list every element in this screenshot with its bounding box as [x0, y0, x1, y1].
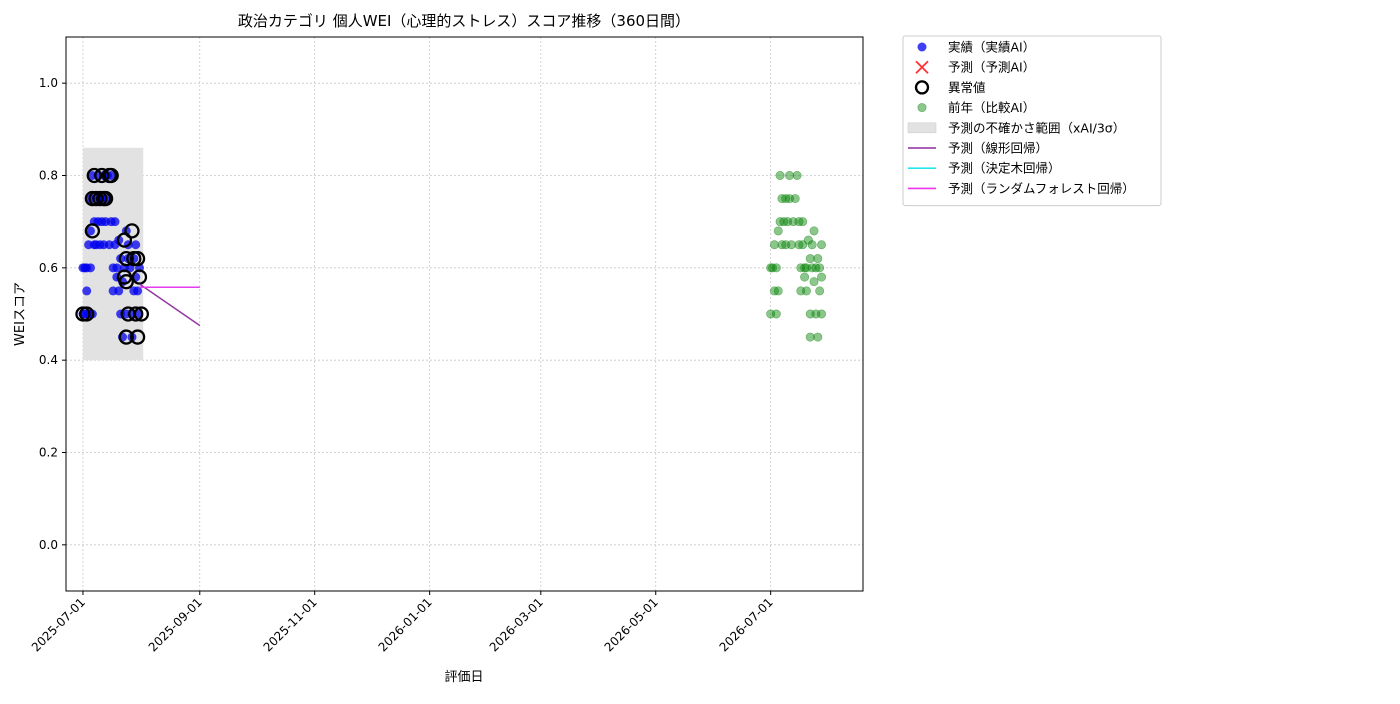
previous-year-point: [815, 286, 825, 296]
previous-year-point: [785, 171, 795, 181]
previous-year-point: [807, 240, 817, 250]
x-tick-label: 2025-07-01: [29, 595, 88, 654]
previous-year-point: [805, 332, 815, 342]
chart-title: 政治カテゴリ 個人WEI（心理的ストレス）スコア推移（360日間）: [238, 12, 690, 30]
y-tick-label: 0.2: [39, 446, 58, 460]
y-axis: 0.0 0.2 0.4 0.6 0.8 1.0: [39, 76, 66, 552]
x-axis-label: 評価日: [444, 670, 483, 685]
linear-regression-line: [139, 283, 201, 327]
legend-previous-year-label: 前年（比較AI）: [948, 100, 1035, 115]
actual-point: [131, 240, 141, 250]
grid-layer: [66, 37, 863, 591]
plot-frame: [65, 36, 864, 592]
previous-year-point: [786, 240, 796, 250]
y-tick-label: 1.0: [39, 76, 58, 90]
previous-year-point: [813, 332, 823, 342]
previous-year-point: [800, 272, 810, 282]
y-tick-label: 0.0: [39, 538, 58, 552]
x-axis: 2025-07-01 2025-09-01 2025-11-01 2026-01-01…: [29, 591, 776, 654]
legend-linear-label: 予測（線形回帰）: [948, 141, 1048, 156]
previous-year-point: [775, 171, 785, 181]
legend-random-forest-label: 予測（ランダムフォレスト回帰）: [948, 181, 1135, 196]
previous-year-point: [771, 263, 781, 273]
previous-year-point: [792, 171, 802, 181]
legend-actual-marker: [917, 42, 927, 52]
previous-year-point: [798, 217, 808, 227]
previous-year-point: [813, 254, 823, 264]
previous-year-point: [817, 240, 827, 250]
y-axis-label: WEIスコア: [13, 282, 28, 346]
y-tick-label: 0.6: [39, 261, 58, 275]
x-tick-label: 2026-03-01: [487, 595, 546, 654]
previous-year-point: [817, 272, 827, 282]
x-tick-label: 2025-09-01: [146, 595, 205, 654]
legend-forecast-label: 予測（予測AI）: [948, 60, 1035, 75]
previous-year-point: [815, 263, 825, 273]
actual-point: [82, 286, 92, 296]
x-tick-label: 2026-07-01: [717, 595, 776, 654]
legend: 実績（実績AI） 予測（予測AI） 異常値前年（比較AI） 予測の不確かさ範囲（xAI…: [902, 35, 1162, 207]
previous-year-point: [773, 286, 783, 296]
legend-previous-year-marker: [917, 103, 927, 113]
previous-year-point: [809, 226, 819, 236]
previous-year-point: [805, 254, 815, 264]
previous-year-point: [809, 277, 819, 287]
previous-year-point: [773, 226, 783, 236]
chart-svg: 政治カテゴリ 個人WEI（心理的ストレス）スコア推移（360日間） 0.0 0.2…: [13, 12, 1162, 685]
x-tick-label: 2025-11-01: [261, 595, 320, 654]
x-tick-label: 2026-01-01: [376, 595, 435, 654]
actual-point: [110, 217, 120, 227]
y-tick-label: 0.8: [39, 169, 58, 183]
previous-year-point: [790, 194, 800, 204]
legend-uncertainty-marker: [907, 122, 937, 134]
legend-decision-tree-label: 予測（決定木回帰）: [948, 161, 1061, 176]
previous-year-point: [771, 309, 781, 319]
y-tick-label: 0.4: [39, 353, 58, 367]
chart-root: 政治カテゴリ 個人WEI（心理的ストレス）スコア推移（360日間） 0.0 0.2…: [0, 0, 1400, 700]
line-layer: [139, 283, 201, 327]
legend-uncertainty-label: 予測の不確かさ範囲（xAI/3σ）: [948, 120, 1125, 135]
previous-year-point: [769, 240, 779, 250]
legend-actual-label: 実績（実績AI）: [948, 40, 1035, 55]
previous-year-point: [817, 309, 827, 319]
actual-point: [85, 263, 95, 273]
previous-year-point: [801, 286, 811, 296]
x-tick-label: 2026-05-01: [602, 595, 661, 654]
legend-anomaly-label: 異常値: [948, 80, 986, 95]
